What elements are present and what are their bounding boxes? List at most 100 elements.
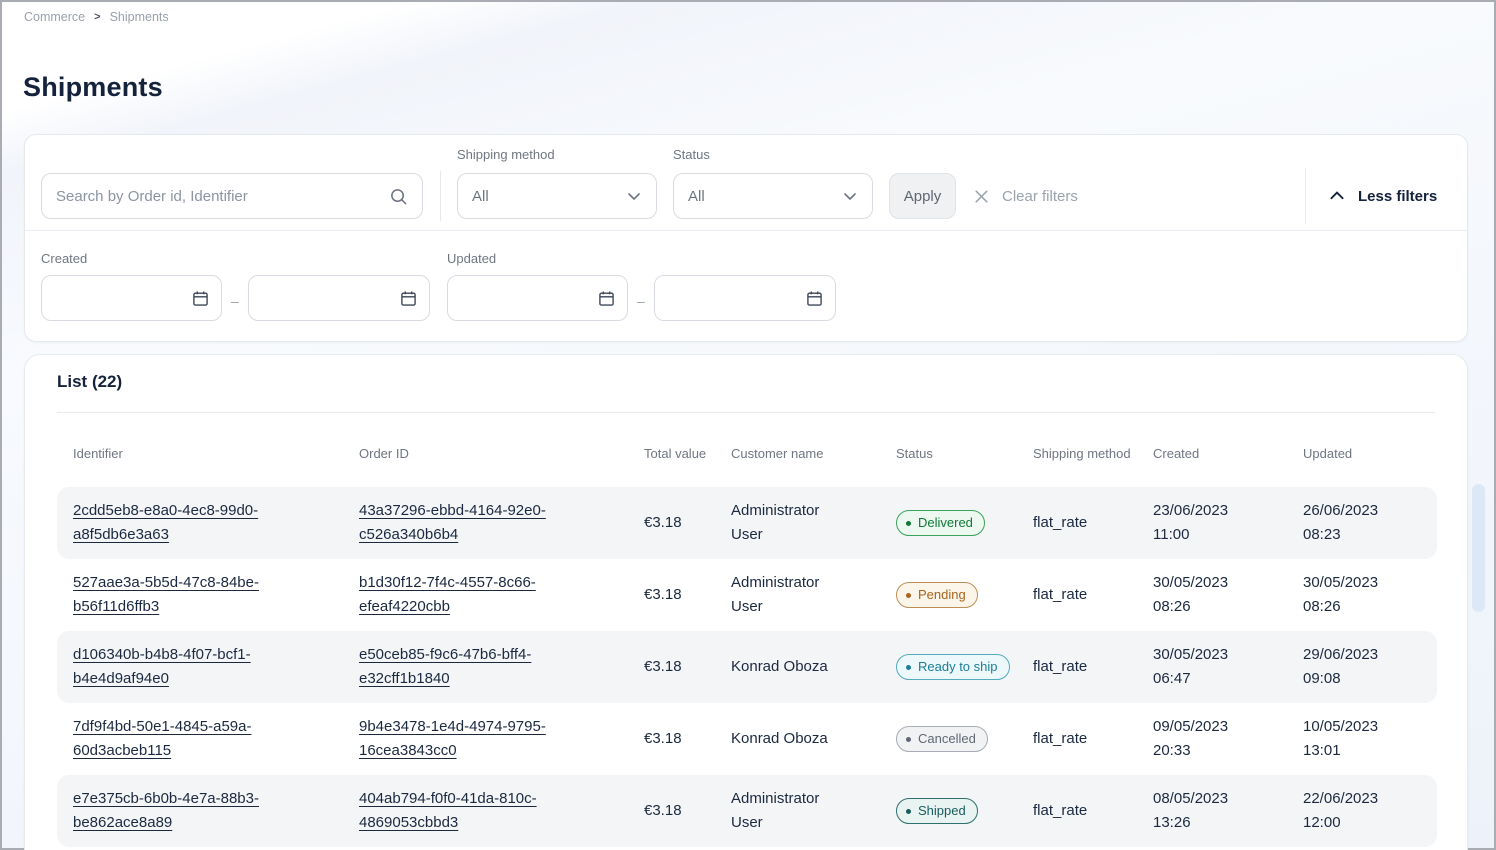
filter-divider <box>1305 168 1306 224</box>
created-cell: 30/05/202306:47 <box>1153 643 1303 691</box>
updated-cell: 26/06/202308:23 <box>1303 499 1437 547</box>
order-id-link[interactable]: 43a37296-ebbd-4164-92e0-c526a340b6b4 <box>359 499 573 547</box>
table-row[interactable]: 7df9f4bd-50e1-4845-a59a-60d3acbeb115 9b4… <box>57 703 1437 775</box>
identifier-link[interactable]: d106340b-b4b8-4f07-bcf1-b4e4d9af94e0 <box>73 643 287 691</box>
shipping-method-label: Shipping method <box>457 147 555 162</box>
column-header-total-value[interactable]: Total value <box>644 445 731 463</box>
column-header-identifier[interactable]: Identifier <box>57 445 359 463</box>
search-input[interactable] <box>56 188 389 205</box>
column-header-shipping-method[interactable]: Shipping method <box>1033 445 1153 463</box>
breadcrumb-item-shipments[interactable]: Shipments <box>110 10 169 24</box>
status-badge: Pending <box>896 582 978 608</box>
updated-to-field[interactable] <box>654 275 836 321</box>
status-badge: Delivered <box>896 510 985 536</box>
shipping-method-cell: flat_rate <box>1033 799 1153 823</box>
status-badge: Shipped <box>896 798 978 824</box>
created-to-input[interactable] <box>249 276 429 320</box>
table-row[interactable]: e7e375cb-6b0b-4e7a-88b3-be862ace8a89 404… <box>57 775 1437 847</box>
created-from-input[interactable] <box>42 276 221 320</box>
column-header-status[interactable]: Status <box>896 445 1033 463</box>
order-id-link[interactable]: b1d30f12-7f4c-4557-8c66-efeaf4220cbb <box>359 571 573 619</box>
page-title: Shipments <box>23 72 163 103</box>
clear-filters-button[interactable]: Clear filters <box>973 173 1078 219</box>
order-id-link[interactable]: e50ceb85-f9c6-47b6-bff4-e32cff1b1840 <box>359 643 573 691</box>
status-dot-icon <box>906 521 911 526</box>
created-from-field[interactable] <box>41 275 222 321</box>
shipping-method-cell: flat_rate <box>1033 727 1153 751</box>
updated-cell: 30/05/202308:26 <box>1303 571 1437 619</box>
status-dot-icon <box>906 809 911 814</box>
total-value-cell: €3.18 <box>644 583 731 607</box>
filter-row-divider <box>25 230 1467 231</box>
updated-cell: 10/05/202313:01 <box>1303 715 1437 763</box>
updated-from-field[interactable] <box>447 275 628 321</box>
status-dot-icon <box>906 593 911 598</box>
table-body: 2cdd5eb8-e8a0-4ec8-99d0-a8f5db6e3a63 43a… <box>57 487 1437 847</box>
created-cell: 30/05/202308:26 <box>1153 571 1303 619</box>
status-dot-icon <box>906 737 911 742</box>
scrollbar-thumb[interactable] <box>1472 484 1485 612</box>
identifier-link[interactable]: 527aae3a-5b5d-47c8-84be-b56f11d6ffb3 <box>73 571 287 619</box>
status-label: Status <box>673 147 710 162</box>
shipments-list-panel: List (22) Identifier Order ID Total valu… <box>24 354 1468 850</box>
column-header-customer-name[interactable]: Customer name <box>731 445 896 463</box>
close-icon <box>973 188 990 205</box>
status-select[interactable]: All <box>673 173 873 219</box>
order-id-link[interactable]: 404ab794-f0f0-41da-810c-4869053cbbd3 <box>359 787 573 835</box>
breadcrumb: Commerce > Shipments <box>24 10 169 24</box>
updated-filter-label: Updated <box>447 251 496 266</box>
status-badge: Cancelled <box>896 726 988 752</box>
total-value-cell: €3.18 <box>644 799 731 823</box>
total-value-cell: €3.18 <box>644 511 731 535</box>
column-header-updated[interactable]: Updated <box>1303 445 1437 463</box>
table-row[interactable]: d106340b-b4b8-4f07-bcf1-b4e4d9af94e0 e50… <box>57 631 1437 703</box>
breadcrumb-separator-icon: > <box>94 11 100 23</box>
filter-divider <box>440 171 441 221</box>
created-filter-label: Created <box>41 251 87 266</box>
total-value-cell: €3.18 <box>644 655 731 679</box>
clear-filters-label: Clear filters <box>1002 188 1078 205</box>
list-divider <box>57 412 1435 413</box>
apply-button[interactable]: Apply <box>889 173 956 219</box>
less-filters-button[interactable]: Less filters <box>1328 173 1437 219</box>
chevron-up-icon <box>1328 187 1346 205</box>
shipping-method-select[interactable]: All <box>457 173 657 219</box>
shipping-method-cell: flat_rate <box>1033 583 1153 607</box>
table-row[interactable]: 2cdd5eb8-e8a0-4ec8-99d0-a8f5db6e3a63 43a… <box>57 487 1437 559</box>
identifier-link[interactable]: e7e375cb-6b0b-4e7a-88b3-be862ace8a89 <box>73 787 287 835</box>
search-icon <box>389 187 408 206</box>
customer-name-cell: Administrator User <box>731 499 851 547</box>
filters-panel: Shipping method All Status All Apply Cle… <box>24 134 1468 342</box>
status-badge: Ready to ship <box>896 654 1010 680</box>
updated-to-input[interactable] <box>655 276 835 320</box>
breadcrumb-item-commerce[interactable]: Commerce <box>24 10 85 24</box>
created-cell: 08/05/202313:26 <box>1153 787 1303 835</box>
status-value: All <box>688 188 705 205</box>
created-to-field[interactable] <box>248 275 430 321</box>
chevron-down-icon <box>626 188 642 204</box>
identifier-link[interactable]: 7df9f4bd-50e1-4845-a59a-60d3acbeb115 <box>73 715 287 763</box>
date-range-separator: – <box>637 293 645 309</box>
column-header-created[interactable]: Created <box>1153 445 1303 463</box>
less-filters-label: Less filters <box>1358 188 1437 205</box>
column-header-order-id[interactable]: Order ID <box>359 445 644 463</box>
date-range-separator: – <box>231 293 239 309</box>
table-row[interactable]: 527aae3a-5b5d-47c8-84be-b56f11d6ffb3 b1d… <box>57 559 1437 631</box>
updated-cell: 29/06/202309:08 <box>1303 643 1437 691</box>
customer-name-cell: Konrad Oboza <box>731 727 828 751</box>
order-id-link[interactable]: 9b4e3478-1e4d-4974-9795-16cea3843cc0 <box>359 715 573 763</box>
list-title: List (22) <box>57 372 122 392</box>
chevron-down-icon <box>842 188 858 204</box>
status-dot-icon <box>906 665 911 670</box>
shipping-method-cell: flat_rate <box>1033 655 1153 679</box>
created-cell: 09/05/202320:33 <box>1153 715 1303 763</box>
shipping-method-value: All <box>472 188 489 205</box>
total-value-cell: €3.18 <box>644 727 731 751</box>
created-cell: 23/06/202311:00 <box>1153 499 1303 547</box>
shipping-method-cell: flat_rate <box>1033 511 1153 535</box>
search-field[interactable] <box>41 173 423 219</box>
table-header-row: Identifier Order ID Total value Customer… <box>57 421 1437 487</box>
updated-from-input[interactable] <box>448 276 627 320</box>
updated-cell: 22/06/202312:00 <box>1303 787 1437 835</box>
identifier-link[interactable]: 2cdd5eb8-e8a0-4ec8-99d0-a8f5db6e3a63 <box>73 499 287 547</box>
